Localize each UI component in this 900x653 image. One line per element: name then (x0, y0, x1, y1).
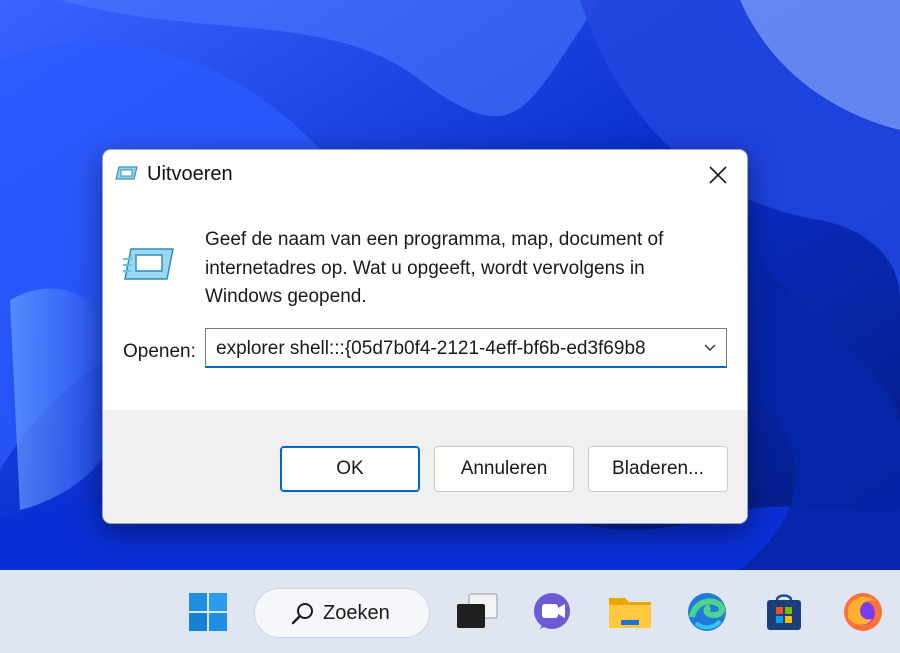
search-icon (291, 603, 313, 625)
firefox-icon (844, 593, 882, 631)
dialog-title: Uitvoeren (147, 163, 233, 185)
microsoft-store-button[interactable] (762, 590, 806, 634)
file-explorer-icon (609, 598, 651, 628)
close-button[interactable] (689, 150, 747, 200)
run-icon (115, 166, 138, 180)
microsoft-store-icon (767, 594, 801, 630)
taskbar: Zoeken (0, 570, 900, 653)
dialog-footer: OK Annuleren Bladeren... (103, 410, 747, 523)
windows-start-icon (189, 593, 227, 631)
edge-button[interactable] (684, 590, 730, 634)
start-button[interactable] (186, 590, 230, 634)
search-label: Zoeken (323, 602, 390, 624)
open-combobox[interactable]: explorer shell:::{05d7b0f4-2121-4eff-bf6… (205, 328, 727, 368)
close-icon (709, 166, 727, 184)
chevron-down-icon[interactable] (702, 339, 718, 355)
task-view-button[interactable] (454, 590, 500, 634)
file-explorer-button[interactable] (606, 590, 654, 634)
teams-chat-button[interactable] (530, 590, 576, 634)
open-label: Openen: (123, 341, 196, 362)
dialog-titlebar[interactable]: Uitvoeren (103, 150, 747, 200)
ok-button[interactable]: OK (280, 446, 420, 492)
run-program-icon (123, 248, 174, 280)
browse-button[interactable]: Bladeren... (588, 446, 728, 492)
taskbar-search[interactable]: Zoeken (254, 588, 430, 638)
dialog-content: Geef de naam van een programma, map, doc… (103, 200, 747, 410)
edge-icon (688, 593, 726, 631)
firefox-button[interactable] (840, 590, 886, 634)
teams-chat-icon (534, 593, 570, 629)
task-view-icon (457, 593, 498, 628)
open-input[interactable]: explorer shell:::{05d7b0f4-2121-4eff-bf6… (216, 338, 694, 360)
cancel-button[interactable]: Annuleren (434, 446, 574, 492)
run-dialog: Uitvoeren Geef de naam van een programma… (102, 149, 748, 524)
dialog-description: Geef de naam van een programma, map, doc… (205, 229, 664, 307)
